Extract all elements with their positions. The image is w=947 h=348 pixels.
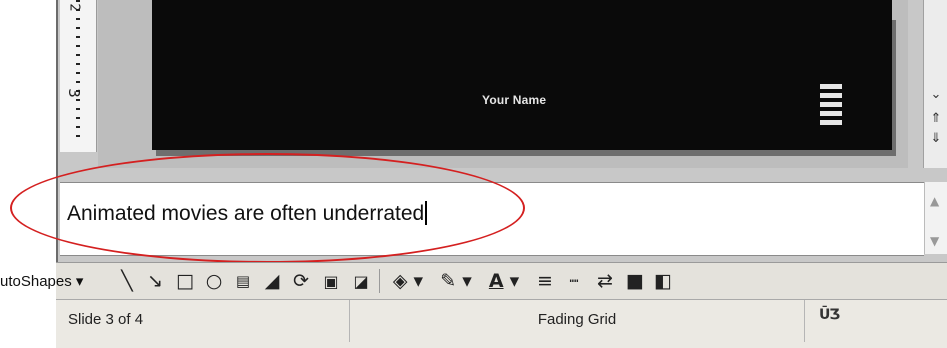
dash-style-icon[interactable]: ┉ <box>561 268 587 294</box>
drawing-toolbar: utoShapes ▾ ╲ ↘ □ ○ ▤ ◢ ⟳ ▣ ◪ ◈ ▾ ✎ ▾ A … <box>0 262 947 299</box>
text-cursor <box>425 201 428 225</box>
notes-pane[interactable]: Animated movies are often underrated <box>60 182 924 256</box>
previous-slide-icon[interactable]: ⇑ <box>926 110 946 128</box>
status-bar: Slide 3 of 4 Fading Grid ŪƷ <box>56 299 947 348</box>
slide-canvas[interactable]: Your Name <box>152 0 892 150</box>
scroll-up-icon[interactable]: ▲ <box>930 194 939 208</box>
rectangle-icon[interactable]: □ <box>172 268 198 294</box>
shadow-icon[interactable]: ■ <box>622 268 648 294</box>
line-style-icon[interactable]: ≡ <box>532 268 558 294</box>
notes-scrollbar[interactable]: ▲ ▼ <box>924 182 947 254</box>
text-box-icon[interactable]: ▤ <box>230 268 256 294</box>
3d-style-icon[interactable]: ◧ <box>650 268 676 294</box>
ruler-number-3: 3 <box>64 88 83 98</box>
notes-text-value: Animated movies are often underrated <box>67 202 425 225</box>
wordart-icon[interactable]: ◢ <box>259 268 285 294</box>
picture-icon[interactable]: ◪ <box>348 268 374 294</box>
arrow-style-icon[interactable]: ⇄ <box>592 268 618 294</box>
slide-name-placeholder[interactable]: Your Name <box>482 93 546 107</box>
diagram-icon[interactable]: ⟳ <box>288 268 314 294</box>
arrow-icon[interactable]: ↘ <box>142 268 168 294</box>
line-icon[interactable]: ╲ <box>114 268 140 294</box>
fill-color-icon[interactable]: ◈ ▾ <box>386 268 430 294</box>
vertical-ruler: 2 3 <box>60 0 97 152</box>
scroll-down-icon[interactable]: ⌄ <box>926 86 946 104</box>
line-color-icon[interactable]: ✎ ▾ <box>434 268 478 294</box>
oval-icon[interactable]: ○ <box>201 268 227 294</box>
slide-vertical-scrollbar[interactable]: ⌄ ⇑ ⇓ <box>923 0 947 168</box>
design-template-name[interactable]: Fading Grid <box>350 300 805 342</box>
next-slide-icon[interactable]: ⇓ <box>926 130 946 148</box>
ruler-number-2: 2 <box>66 3 82 12</box>
clip-art-icon[interactable]: ▣ <box>318 268 344 294</box>
notes-text[interactable]: Animated movies are often underrated <box>67 201 428 226</box>
slide-date-placeholder[interactable] <box>820 84 842 126</box>
autoshapes-menu[interactable]: utoShapes ▾ <box>0 272 83 290</box>
ruler-ticks <box>76 0 80 138</box>
spelling-check-icon[interactable]: ŪƷ <box>819 307 840 323</box>
scroll-down-icon[interactable]: ▼ <box>930 234 939 248</box>
toolbar-separator <box>379 269 380 293</box>
font-color-icon[interactable]: A ▾ <box>482 268 526 294</box>
slide-position-indicator: Slide 3 of 4 <box>56 300 350 342</box>
